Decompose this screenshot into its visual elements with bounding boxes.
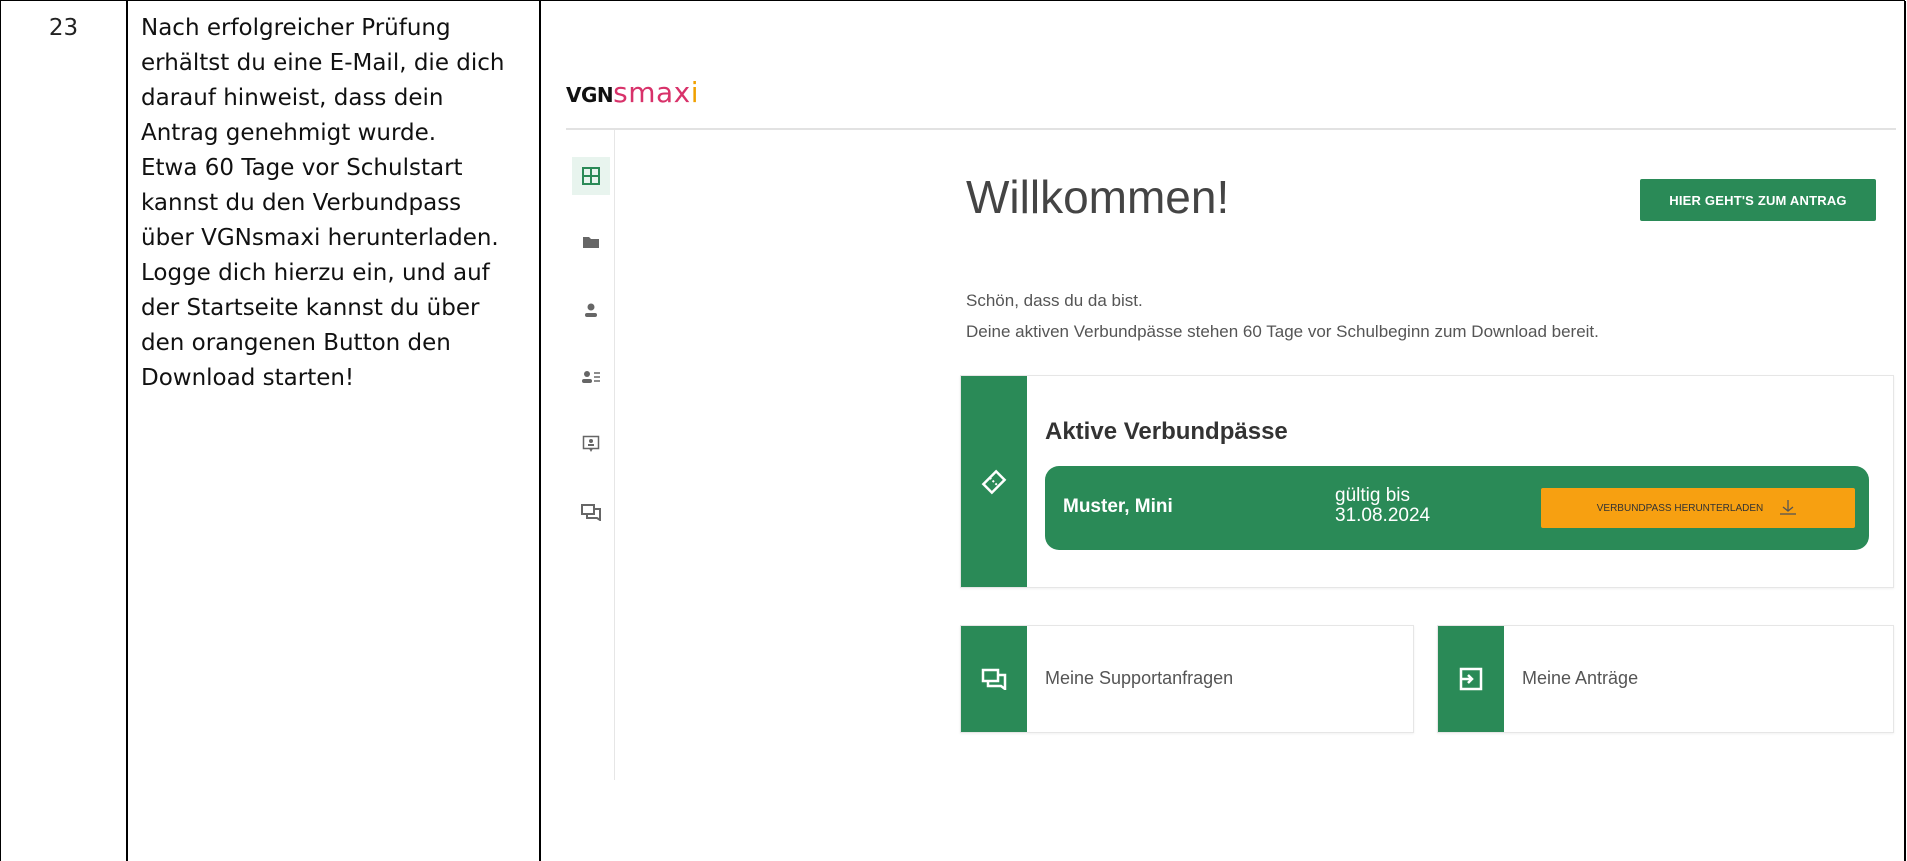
vgnsmaxi-logo[interactable]: VGNsmaxi — [566, 76, 699, 109]
active-passes-card: Aktive Verbundpässe Muster, Mini gültig … — [960, 375, 1894, 588]
intro-line: Schön, dass du da bist. — [966, 291, 1143, 310]
pass-validity: gültig bis 31.08.2024 — [1335, 486, 1430, 526]
instruction-line: darauf hinweist, dass dein — [141, 85, 444, 111]
valid-label: gültig bis — [1335, 485, 1410, 506]
instruction-text: Nach erfolgreicher Prüfung erhältst du e… — [141, 11, 531, 396]
instruction-line: Etwa 60 Tage vor Schulstart — [141, 155, 463, 181]
download-button-label: VERBUNDPASS HERUNTERLADEN — [1596, 502, 1764, 514]
id-card-icon[interactable] — [572, 425, 610, 463]
intro-text: Schön, dass du da bist. Deine aktiven Ve… — [966, 285, 1599, 347]
person-list-icon[interactable] — [572, 358, 610, 396]
instruction-line: Logge dich hierzu ein, und auf — [141, 260, 490, 286]
page-title: Willkommen! — [966, 171, 1230, 223]
valid-date: 31.08.2024 — [1335, 505, 1431, 526]
support-requests-card[interactable]: Meine Supportanfragen — [960, 625, 1414, 733]
active-passes-title: Aktive Verbundpässe — [1045, 418, 1288, 445]
sidebar-divider — [614, 130, 615, 780]
pass-holder-name: Muster, Mini — [1063, 496, 1173, 517]
support-requests-label: Meine Supportanfragen — [1045, 668, 1234, 688]
intro-line: Deine aktiven Verbundpässe stehen 60 Tag… — [966, 322, 1599, 341]
step-number: 23 — [48, 15, 79, 41]
instruction-line: der Startseite kannst du über — [141, 295, 480, 321]
pass-row: Muster, Mini gültig bis 31.08.2024 VERBU… — [1045, 466, 1869, 550]
login-icon — [1438, 626, 1504, 732]
column-divider — [126, 1, 128, 861]
instruction-line: Antrag genehmigt wurde. — [141, 120, 437, 146]
logo-smaxi: smaxi — [613, 76, 700, 109]
chat-icon[interactable] — [572, 493, 610, 531]
antrag-button[interactable]: HIER GEHT'S ZUM ANTRAG — [1640, 179, 1876, 221]
applications-label: Meine Anträge — [1522, 668, 1639, 688]
instruction-line: erhältst du eine E-Mail, die dich — [141, 50, 505, 76]
dashboard-icon[interactable] — [572, 157, 610, 195]
instruction-line: den orangenen Button den — [141, 330, 451, 356]
download-icon — [1777, 498, 1799, 519]
person-icon[interactable] — [572, 291, 610, 329]
header-divider — [566, 128, 1896, 130]
logo-vgn: VGN — [566, 83, 614, 107]
instruction-line: Nach erfolgreicher Prüfung — [141, 15, 451, 41]
folder-icon[interactable] — [572, 223, 610, 261]
ticket-icon — [961, 376, 1027, 587]
instruction-line: Download starten! — [141, 365, 355, 391]
chat-icon — [961, 626, 1027, 732]
column-divider — [539, 1, 541, 861]
instruction-line: über VGNsmaxi herunterladen. — [141, 225, 499, 251]
column-divider — [1904, 1, 1906, 861]
applications-card[interactable]: Meine Anträge — [1437, 625, 1894, 733]
instruction-line: kannst du den Verbundpass — [141, 190, 462, 216]
download-pass-button[interactable]: VERBUNDPASS HERUNTERLADEN — [1541, 488, 1855, 528]
